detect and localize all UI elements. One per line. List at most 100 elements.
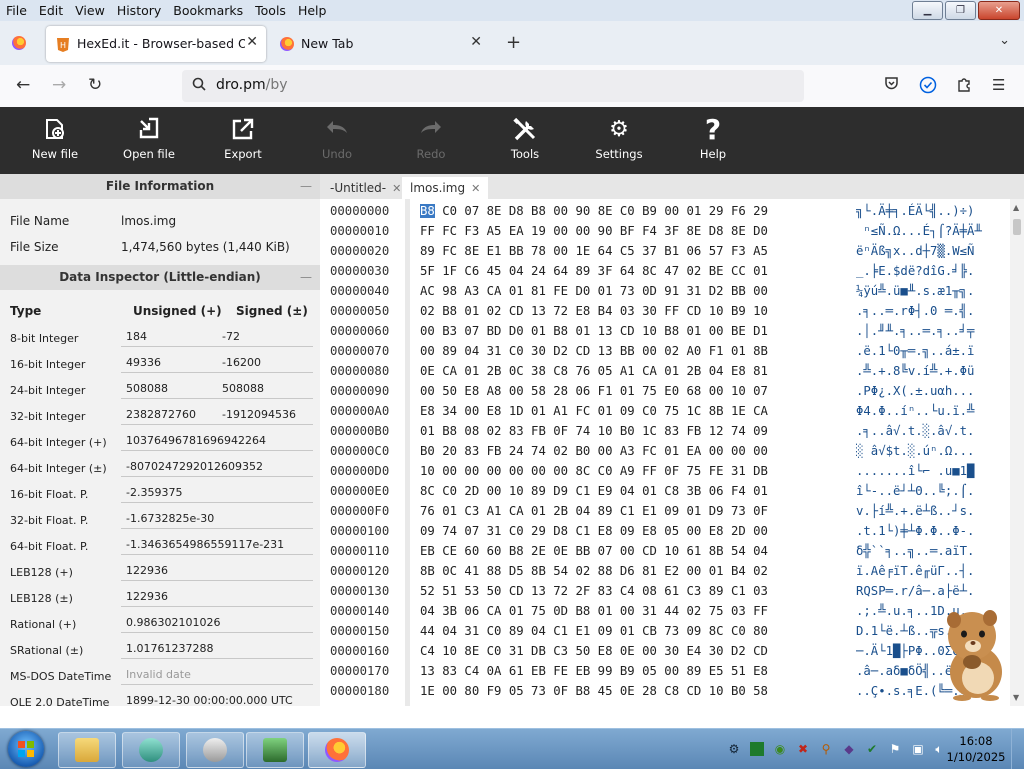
inspector-signed-field[interactable]: -1912094536 xyxy=(217,405,313,425)
scroll-thumb[interactable] xyxy=(1013,219,1021,235)
selected-byte[interactable]: B8 xyxy=(420,204,435,218)
action-center-flag-icon[interactable]: ⚑ xyxy=(888,742,902,756)
maximize-button[interactable]: ❐ xyxy=(945,1,976,20)
inspector-signed-field[interactable]: -72 xyxy=(217,327,313,347)
hex-row[interactable]: 00000020 89 FC 8E E1 BB 78 00 1E 64 C5 37… xyxy=(320,241,1010,261)
hex-row[interactable]: 00000010 FF FC F3 A5 EA 19 00 00 90 BF F4… xyxy=(320,221,1010,241)
forward-arrow-icon[interactable]: → xyxy=(52,75,66,95)
network-tool-tray-icon[interactable]: ⚙ xyxy=(727,742,741,756)
hex-row[interactable]: 00000140 04 3B 06 CA 01 75 0D B8 01 00 31… xyxy=(320,601,1010,621)
hex-row[interactable]: 000000A0 E8 34 00 E8 1D 01 A1 FC 01 09 C0… xyxy=(320,401,1010,421)
tab-new-tab[interactable]: New Tab ✕ xyxy=(270,26,490,62)
open-file-button[interactable]: Open file xyxy=(104,107,194,174)
inspector-value-field[interactable]: -1.3463654986559117e-231 xyxy=(121,535,313,555)
hex-row[interactable]: 00000040 AC 98 A3 CA 01 81 FE D0 01 73 0D… xyxy=(320,281,1010,301)
inspector-signed-field[interactable]: -16200 xyxy=(217,353,313,373)
hex-bytes[interactable]: 02 B8 01 02 CD 13 72 E8 B4 03 30 FF CD 1… xyxy=(420,301,768,321)
hex-bytes[interactable]: EB CE 60 60 B8 2E 0E BB 07 00 CD 10 61 8… xyxy=(420,541,768,561)
hex-bytes[interactable]: 04 3B 06 CA 01 75 0D B8 01 00 31 44 02 7… xyxy=(420,601,768,621)
hamburger-menu-icon[interactable]: ☰ xyxy=(992,76,1005,94)
hex-row[interactable]: 00000050 02 B8 01 02 CD 13 72 E8 B4 03 30… xyxy=(320,301,1010,321)
ascii-text[interactable]: ░ â√$t.░.úⁿ.Ω... xyxy=(856,441,1006,461)
hex-row[interactable]: 00000030 5F 1F C6 45 04 24 64 89 3F 64 8C… xyxy=(320,261,1010,281)
inspector-value-field[interactable]: -1.6732825e-30 xyxy=(121,509,313,529)
taskbar-file-explorer[interactable] xyxy=(58,732,116,768)
inspector-value-field[interactable]: -8070247292012609352 xyxy=(121,457,313,477)
hex-bytes[interactable]: E8 34 00 E8 1D 01 A1 FC 01 09 C0 75 1C 8… xyxy=(420,401,768,421)
green-app-tray-icon[interactable] xyxy=(750,742,764,756)
hex-bytes[interactable]: 10 00 00 00 00 00 00 8C C0 A9 FF 0F 75 F… xyxy=(420,461,768,481)
hex-bytes[interactable]: B8 C0 07 8E D8 B8 00 90 8E C0 B9 00 01 2… xyxy=(420,201,768,221)
ascii-text[interactable]: ï.Aê╒ïT.ê╓üΓ..┤. xyxy=(856,561,1006,581)
hex-bytes[interactable]: 00 50 E8 A8 00 58 28 06 F1 01 75 E0 68 0… xyxy=(420,381,768,401)
ascii-text[interactable]: ëⁿÄß╗x..d┼7▒.W≤Ñ xyxy=(856,241,1006,261)
ascii-text[interactable]: RQSP═.r/â─.a├ë┴. xyxy=(856,581,1006,601)
data-inspector-header[interactable]: Data Inspector (Little-endian) — xyxy=(0,265,320,290)
ascii-text[interactable]: ⁿ≤Ñ.Ω...É┐⌠?Ä╪Ä╨ xyxy=(856,221,1006,241)
close-icon[interactable]: ✕ xyxy=(471,182,480,195)
hex-bytes[interactable]: 8C C0 2D 00 10 89 D9 C1 E9 04 01 C8 3B 0… xyxy=(420,481,768,501)
start-button[interactable] xyxy=(8,731,44,767)
inspector-value-field[interactable]: -2.359375 xyxy=(121,483,313,503)
hex-bytes[interactable]: 76 01 C3 A1 CA 01 2B 04 89 C1 E1 09 01 D… xyxy=(420,501,768,521)
ascii-text[interactable]: .╕..â√.t.░.â√.t. xyxy=(856,421,1006,441)
network-icon[interactable]: ▣ xyxy=(911,742,925,756)
tab-close-icon[interactable]: ✕ xyxy=(470,34,482,50)
firefox-view-icon[interactable] xyxy=(12,36,26,50)
tools-button[interactable]: Tools xyxy=(480,107,570,174)
file-tab-untitled[interactable]: -Untitled- ✕ xyxy=(322,177,409,199)
menu-tools[interactable]: Tools xyxy=(249,3,292,18)
taskbar-app-disk[interactable] xyxy=(186,732,244,768)
hex-bytes[interactable]: FF FC F3 A5 EA 19 00 00 90 BF F4 3F 8E D… xyxy=(420,221,768,241)
menu-view[interactable]: View xyxy=(69,3,111,18)
hex-row[interactable]: 00000080 0E CA 01 2B 0C 38 C8 76 05 A1 CA… xyxy=(320,361,1010,381)
taskbar-app-dragon[interactable] xyxy=(122,732,180,768)
close-window-button[interactable]: ✕ xyxy=(978,1,1020,20)
hex-row[interactable]: 00000170 13 83 C4 0A 61 EB FE EB 99 B9 05… xyxy=(320,661,1010,681)
close-icon[interactable]: ✕ xyxy=(392,182,401,195)
tab-hexed[interactable]: H HexEd.it - Browser-based Online ✕ xyxy=(46,26,266,62)
ascii-text[interactable]: _.╞E.$dë?dîG.╛╠. xyxy=(856,261,1006,281)
hex-row[interactable]: 00000150 44 04 31 C0 89 04 C1 E1 09 01 CB… xyxy=(320,621,1010,641)
search-tray-icon[interactable]: ⚲ xyxy=(819,742,833,756)
menu-edit[interactable]: Edit xyxy=(33,3,69,18)
hex-bytes[interactable]: 00 B3 07 BD D0 01 B8 01 13 CD 10 B8 01 0… xyxy=(420,321,768,341)
ascii-text[interactable]: .PΦ¿.X(.±.uαh... xyxy=(856,381,1006,401)
inspector-unsigned-field[interactable]: 184 xyxy=(121,327,217,347)
settings-button[interactable]: ⚙ Settings xyxy=(574,107,664,174)
gamepad-tray-icon[interactable]: ◆ xyxy=(842,742,856,756)
hex-bytes[interactable]: 00 89 04 31 C0 30 D2 CD 13 BB 00 02 A0 F… xyxy=(420,341,768,361)
ascii-text[interactable]: .t.1└)╪┴Φ.Φ..Φ-. xyxy=(856,521,1006,541)
ascii-text[interactable]: δ╬``╕..╗..═.aïT. xyxy=(856,541,1006,561)
hex-row[interactable]: 00000000 B8 C0 07 8E D8 B8 00 90 8E C0 B9… xyxy=(320,201,1010,221)
hex-bytes[interactable]: 0E CA 01 2B 0C 38 C8 76 05 A1 CA 01 2B 0… xyxy=(420,361,768,381)
hex-row[interactable]: 00000180 1E 00 80 F9 05 73 0F B8 45 0E 28… xyxy=(320,681,1010,701)
ascii-text[interactable]: ╗└.Ä╪╕.ÉÄ└╣..)÷) xyxy=(856,201,1006,221)
ascii-text[interactable]: .╩.+.8╚v.í╩.+.Φü xyxy=(856,361,1006,381)
hex-row[interactable]: 000000F0 76 01 C3 A1 CA 01 2B 04 89 C1 E1… xyxy=(320,501,1010,521)
ascii-text[interactable]: v.├í╩.+.ë┴ß..┘s. xyxy=(856,501,1006,521)
inspector-unsigned-field[interactable]: 2382872760 xyxy=(121,405,217,425)
hex-bytes[interactable]: 01 B8 08 02 83 FB 0F 74 10 B0 1C 83 FB 1… xyxy=(420,421,768,441)
new-tab-plus-icon[interactable]: + xyxy=(506,32,521,53)
hex-bytes[interactable]: 5F 1F C6 45 04 24 64 89 3F 64 8C 47 02 B… xyxy=(420,261,768,281)
collapse-icon[interactable]: — xyxy=(300,174,312,199)
ascii-text[interactable]: .╕..═.rΦ┤.0 ═.╣. xyxy=(856,301,1006,321)
inspector-value-field[interactable]: Invalid date xyxy=(121,665,313,685)
hex-bytes[interactable]: 8B 0C 41 88 D5 8B 54 02 88 D6 81 E2 00 0… xyxy=(420,561,768,581)
hex-rows[interactable]: 00000000 B8 C0 07 8E D8 B8 00 90 8E C0 B9… xyxy=(320,201,1010,701)
file-tab-lmos[interactable]: lmos.img ✕ xyxy=(402,177,489,199)
taskbar-firefox[interactable] xyxy=(308,732,366,768)
ascii-text[interactable]: .......î└⌐ .u■1█ xyxy=(856,461,1006,481)
taskbar-app-monitor[interactable] xyxy=(246,732,304,768)
hex-bytes[interactable]: AC 98 A3 CA 01 81 FE D0 01 73 0D 91 31 D… xyxy=(420,281,768,301)
menu-file[interactable]: File xyxy=(0,3,33,18)
hex-row[interactable]: 000000C0 B0 20 83 FB 24 74 02 B0 00 A3 FC… xyxy=(320,441,1010,461)
hex-bytes[interactable]: 09 74 07 31 C0 29 D8 C1 E8 09 E8 05 00 E… xyxy=(420,521,768,541)
export-button[interactable]: Export xyxy=(198,107,288,174)
hex-bytes[interactable]: 89 FC 8E E1 BB 78 00 1E 64 C5 37 B1 06 5… xyxy=(420,241,768,261)
hex-row[interactable]: 00000160 C4 10 8E C0 31 DB C3 50 E8 0E 00… xyxy=(320,641,1010,661)
hex-row[interactable]: 00000130 52 51 53 50 CD 13 72 2F 83 C4 08… xyxy=(320,581,1010,601)
file-information-header[interactable]: File Information — xyxy=(0,174,320,199)
ascii-text[interactable]: ¼ÿú╩.ü■╨.s.æ1╥╗. xyxy=(856,281,1006,301)
